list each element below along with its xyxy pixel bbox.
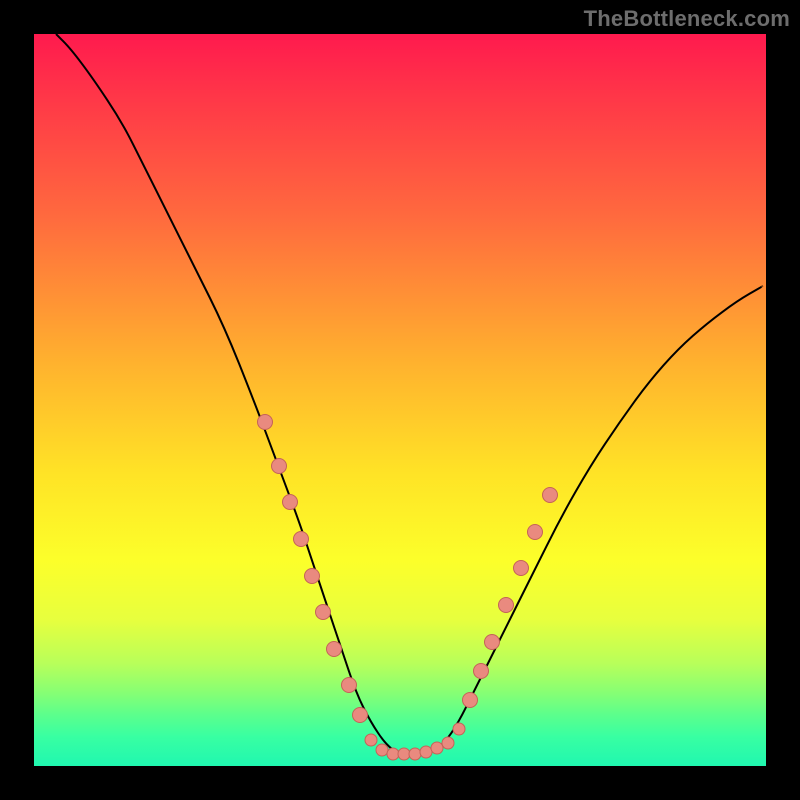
outer-frame: TheBottleneck.com bbox=[0, 0, 800, 800]
watermark-text: TheBottleneck.com bbox=[584, 6, 790, 32]
data-point bbox=[364, 734, 377, 747]
data-point bbox=[473, 663, 489, 679]
data-point bbox=[484, 634, 500, 650]
data-point bbox=[513, 560, 529, 576]
data-point bbox=[257, 414, 273, 430]
data-point bbox=[452, 723, 465, 736]
plot-area bbox=[34, 34, 766, 766]
data-point bbox=[462, 692, 478, 708]
data-point bbox=[441, 736, 454, 749]
curve-svg bbox=[34, 34, 766, 766]
data-point bbox=[315, 604, 331, 620]
data-point bbox=[352, 707, 368, 723]
data-point bbox=[341, 677, 357, 693]
data-point bbox=[293, 531, 309, 547]
data-point bbox=[282, 494, 298, 510]
data-point bbox=[271, 458, 287, 474]
data-point bbox=[542, 487, 558, 503]
bottleneck-curve bbox=[56, 34, 762, 755]
data-point bbox=[527, 524, 543, 540]
data-point bbox=[326, 641, 342, 657]
data-point bbox=[304, 568, 320, 584]
data-point bbox=[498, 597, 514, 613]
